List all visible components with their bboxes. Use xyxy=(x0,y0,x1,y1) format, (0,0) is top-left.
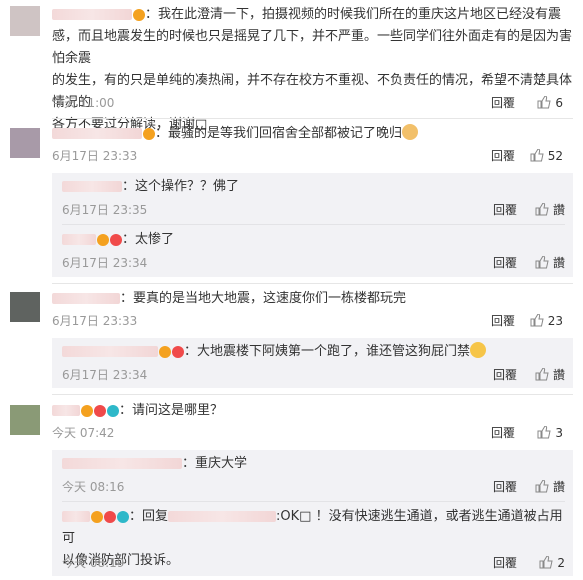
reply-time: 今天 08:19 xyxy=(62,556,125,570)
fan-badge-icon xyxy=(110,233,122,246)
grin-emoji-icon xyxy=(470,342,487,358)
camera-badge-icon xyxy=(117,510,129,523)
reply-button[interactable]: 回覆 xyxy=(493,553,517,573)
divider xyxy=(52,118,573,119)
like-button[interactable]: 讚 xyxy=(535,253,565,273)
like-button[interactable]: 讚 xyxy=(535,477,565,497)
avatar[interactable] xyxy=(10,405,40,435)
thumbs-up-icon xyxy=(537,426,551,439)
comment-meta: 6月17日 23:33 回覆 52 xyxy=(52,146,573,166)
divider xyxy=(62,224,565,225)
reply-button[interactable]: 回覆 xyxy=(491,423,515,443)
reply-text: ：重庆大学 xyxy=(62,453,565,475)
reply-button[interactable]: 回覆 xyxy=(491,93,515,113)
thumbs-up-icon xyxy=(535,480,549,493)
reply-list: ：重庆大学 今天 08:16 回覆 讚 ：回复:OK□ ！没有快速逃生通道，或者… xyxy=(52,450,573,576)
divider xyxy=(52,283,573,284)
thumbs-up-icon xyxy=(535,203,549,216)
fan-badge-icon xyxy=(104,510,116,523)
like-button[interactable]: 讚 xyxy=(535,200,565,220)
mentioned-username[interactable] xyxy=(168,511,277,522)
thumbs-up-icon xyxy=(530,314,544,327)
like-button[interactable]: 52 xyxy=(530,146,563,166)
like-button[interactable]: 23 xyxy=(530,311,563,331)
reply-meta: 今天 08:16 回覆 讚 xyxy=(62,477,565,497)
vip-icon xyxy=(91,510,103,523)
username[interactable] xyxy=(62,458,182,469)
avatar[interactable] xyxy=(10,292,40,322)
comment-time: 今天 11:00 xyxy=(52,96,115,110)
comment-meta: 今天 11:00 回覆 6 xyxy=(52,93,573,113)
reply-meta: 6月17日 23:34 回覆 讚 xyxy=(62,253,565,273)
vip-icon xyxy=(133,8,145,21)
thumbs-up-icon xyxy=(535,368,549,381)
comment-text: ：要真的是当地大地震，这速度你们一栋楼都玩完 xyxy=(52,288,573,310)
comment-time: 6月17日 23:33 xyxy=(52,314,138,328)
reply-time: 6月17日 23:35 xyxy=(62,203,148,217)
comment-time: 今天 07:42 xyxy=(52,426,115,440)
reply-text: ：大地震楼下阿姨第一个跑了，谁还管这狗屁门禁 xyxy=(62,341,565,363)
comment-text: ：最骚的是等我们回宿舍全部都被记了晚归 xyxy=(52,123,573,145)
reply-time: 6月17日 23:34 xyxy=(62,368,148,382)
comment-time: 6月17日 23:33 xyxy=(52,149,138,163)
divider xyxy=(52,394,573,395)
reply-button[interactable]: 回覆 xyxy=(493,253,517,273)
reply-time: 6月17日 23:34 xyxy=(62,256,148,270)
like-button[interactable]: 6 xyxy=(537,93,563,113)
reply-time: 今天 08:16 xyxy=(62,480,125,494)
comment-meta: 今天 07:42 回覆 3 xyxy=(52,423,573,443)
username[interactable] xyxy=(52,405,80,416)
reply-list: ：这个操作？？佛了 6月17日 23:35 回覆 讚 ：太惨了 6月17日 23… xyxy=(52,173,573,277)
like-button[interactable]: 讚 xyxy=(535,365,565,385)
reply-button[interactable]: 回覆 xyxy=(491,311,515,331)
avatar[interactable] xyxy=(10,128,40,158)
camera-badge-icon xyxy=(107,404,119,417)
reply-meta: 6月17日 23:34 回覆 讚 xyxy=(62,365,565,385)
username[interactable] xyxy=(62,346,158,357)
reply-meta: 6月17日 23:35 回覆 讚 xyxy=(62,200,565,220)
username[interactable] xyxy=(62,511,90,522)
reply-meta: 今天 08:19 回覆 2 xyxy=(62,553,565,573)
username[interactable] xyxy=(52,9,132,20)
comment-meta: 6月17日 23:33 回覆 23 xyxy=(52,311,573,331)
fan-badge-icon xyxy=(172,345,184,358)
vip-icon xyxy=(97,233,109,246)
vip-icon xyxy=(159,345,171,358)
comment-text: ：我在此澄清一下，拍摄视频的时候我们所在的重庆这片地区已经没有震 感，而且地震发… xyxy=(52,7,573,132)
reply-text: ：太惨了 xyxy=(62,229,565,251)
username[interactable] xyxy=(52,128,142,139)
username[interactable] xyxy=(62,181,122,192)
vip-icon xyxy=(81,404,93,417)
reply-button[interactable]: 回覆 xyxy=(493,477,517,497)
username[interactable] xyxy=(52,293,120,304)
reply-button[interactable]: 回覆 xyxy=(493,365,517,385)
username[interactable] xyxy=(62,234,96,245)
reply-button[interactable]: 回覆 xyxy=(491,146,515,166)
thumbs-up-icon xyxy=(539,556,553,569)
like-button[interactable]: 2 xyxy=(539,553,565,573)
pray-emoji-icon xyxy=(402,124,419,140)
fan-badge-icon xyxy=(94,404,106,417)
avatar[interactable] xyxy=(10,6,40,36)
reply-text: ：这个操作？？佛了 xyxy=(62,176,565,198)
like-button[interactable]: 3 xyxy=(537,423,563,443)
thumbs-up-icon xyxy=(530,149,544,162)
thumbs-up-icon xyxy=(537,96,551,109)
comment-text: ：请问这是哪里？ xyxy=(52,400,573,422)
divider xyxy=(62,501,565,502)
reply-button[interactable]: 回覆 xyxy=(493,200,517,220)
thumbs-up-icon xyxy=(535,256,549,269)
vip-icon xyxy=(143,127,155,140)
reply-list: ：大地震楼下阿姨第一个跑了，谁还管这狗屁门禁 6月17日 23:34 回覆 讚 xyxy=(52,338,573,388)
